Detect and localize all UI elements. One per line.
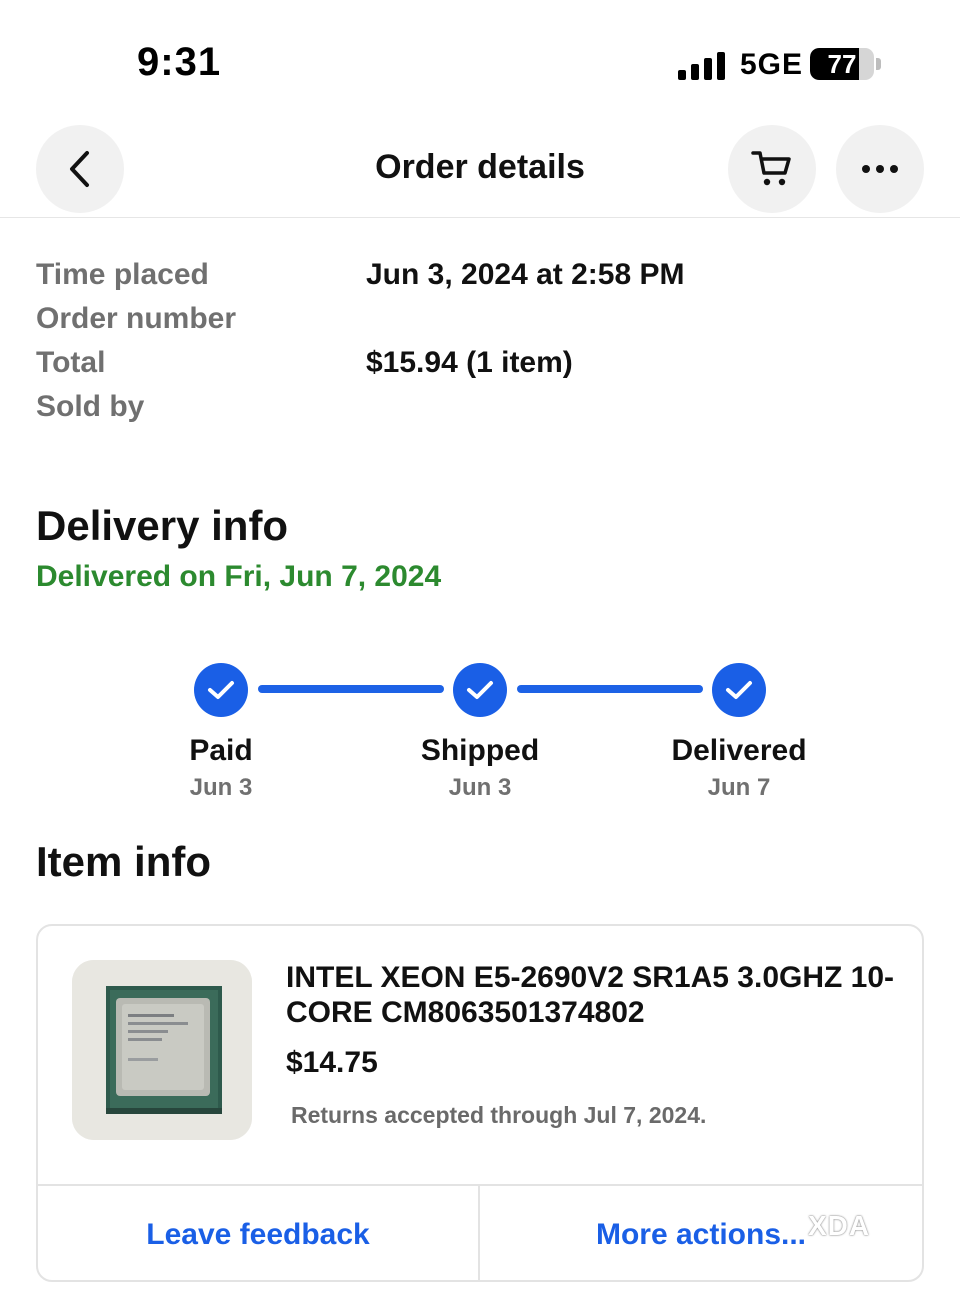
summary-label: Total bbox=[36, 346, 106, 379]
summary-row-sold-by: Sold by bbox=[36, 390, 924, 434]
signal-icon bbox=[678, 50, 726, 80]
item-image[interactable] bbox=[72, 960, 252, 1140]
step-delivered-dot bbox=[712, 663, 766, 717]
ellipsis-icon bbox=[862, 165, 898, 173]
cart-button[interactable] bbox=[728, 125, 816, 213]
cpu-chip-image bbox=[72, 960, 252, 1140]
network-label: 5GE bbox=[740, 48, 804, 81]
summary-label: Sold by bbox=[36, 390, 145, 423]
battery-nub bbox=[876, 58, 881, 70]
more-button[interactable] bbox=[836, 125, 924, 213]
item-card: INTEL XEON E5-2690V2 SR1A5 3.0GHZ 10-COR… bbox=[36, 924, 924, 1282]
summary-value: Jun 3, 2024 at 2:58 PM bbox=[366, 258, 685, 291]
step-paid-dot bbox=[194, 663, 248, 717]
check-icon bbox=[208, 681, 234, 699]
delivery-tracker: Paid Shipped Delivered Jun 3 Jun 3 Jun 7 bbox=[0, 660, 960, 810]
item-title[interactable]: INTEL XEON E5-2690V2 SR1A5 3.0GHZ 10-COR… bbox=[286, 960, 896, 1030]
watermark-logo: XDA bbox=[808, 1210, 871, 1241]
check-icon bbox=[726, 681, 752, 699]
delivery-info-heading: Delivery info bbox=[36, 502, 289, 549]
order-summary: Time placed Jun 3, 2024 at 2:58 PM Order… bbox=[36, 258, 924, 434]
summary-label: Order number bbox=[36, 302, 237, 335]
tracker-line bbox=[517, 685, 703, 693]
delivery-status: Delivered on Fri, Jun 7, 2024 bbox=[36, 560, 442, 593]
item-actions: Leave feedback More actions... bbox=[38, 1184, 922, 1280]
battery-icon: 77 bbox=[810, 48, 874, 80]
step-date: Jun 7 bbox=[707, 774, 771, 801]
step-date: Jun 3 bbox=[448, 774, 512, 801]
battery-level: 77 bbox=[827, 49, 857, 79]
item-price: $14.75 bbox=[286, 1046, 378, 1079]
step-shipped-dot bbox=[453, 663, 507, 717]
summary-row-total: Total $15.94 (1 item) bbox=[36, 346, 924, 390]
summary-value: $15.94 (1 item) bbox=[366, 346, 573, 379]
cart-icon bbox=[751, 151, 791, 186]
step-label: Shipped bbox=[420, 734, 540, 767]
leave-feedback-button[interactable]: Leave feedback bbox=[38, 1186, 480, 1280]
summary-label: Time placed bbox=[36, 258, 209, 291]
step-label: Paid bbox=[189, 734, 253, 767]
step-label: Delivered bbox=[671, 734, 807, 767]
header: Order details bbox=[0, 122, 960, 218]
status-time: 9:31 bbox=[137, 40, 222, 84]
page-title: Order details bbox=[375, 148, 585, 186]
tracker-line bbox=[258, 685, 444, 693]
summary-row-order-number: Order number bbox=[36, 302, 924, 346]
step-date: Jun 3 bbox=[189, 774, 253, 801]
summary-row-time-placed: Time placed Jun 3, 2024 at 2:58 PM bbox=[36, 258, 924, 302]
check-icon bbox=[467, 681, 493, 699]
item-info-heading: Item info bbox=[36, 838, 211, 885]
status-bar: 9:31 5GE 77 bbox=[0, 0, 960, 110]
item-returns-policy: Returns accepted through Jul 7, 2024. bbox=[291, 1102, 707, 1128]
